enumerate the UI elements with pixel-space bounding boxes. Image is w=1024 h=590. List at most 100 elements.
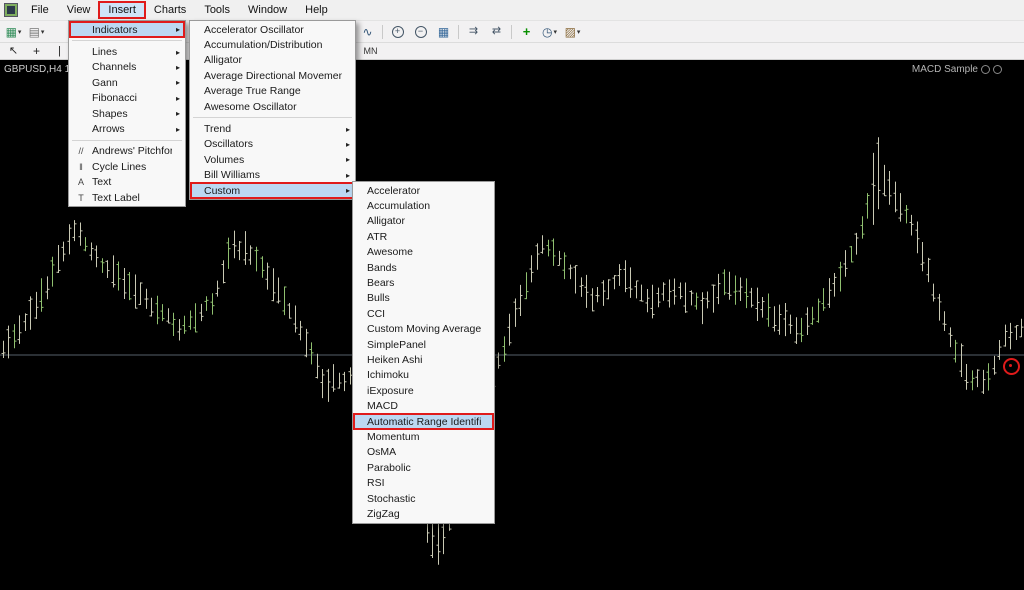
menu-item-shapes[interactable]: Shapes▸	[70, 106, 184, 121]
menubar-item-file[interactable]: File	[22, 2, 58, 18]
toolbar-button-periods[interactable]: ▾	[538, 22, 561, 41]
toolbar-button-indicators-list[interactable]	[515, 22, 538, 41]
menu-item-text[interactable]: AText	[70, 175, 184, 190]
submenu-arrow-icon: ▸	[172, 25, 184, 34]
menu-item-arrows[interactable]: Arrows▸	[70, 121, 184, 136]
indicator-settings-icon[interactable]	[981, 65, 990, 74]
menu-item-indicators[interactable]: Indicators▸	[70, 22, 184, 37]
toolbar-button-zoom-in[interactable]	[386, 22, 409, 41]
periods-icon	[542, 26, 552, 38]
menu-item-label: RSI	[367, 477, 481, 489]
submenu-arrow-icon: ▸	[342, 125, 354, 134]
new-chart-icon	[6, 26, 17, 38]
menu-item-momentum[interactable]: Momentum	[354, 429, 493, 444]
toolbar-separator	[458, 25, 459, 39]
menubar-item-window[interactable]: Window	[239, 2, 296, 18]
menu-item-accelerator[interactable]: Accelerator	[354, 183, 493, 198]
menu-item-andrews-pitchfork[interactable]: //Andrews' Pitchfork	[70, 144, 184, 159]
toolbar-button-profiles[interactable]: ▾	[25, 22, 48, 41]
menu-item-custom[interactable]: Custom▸	[191, 183, 354, 198]
menu-item-awesome[interactable]: Awesome	[354, 245, 493, 260]
menu-item-fibonacci[interactable]: Fibonacci▸	[70, 91, 184, 106]
menu-item-volumes[interactable]: Volumes▸	[191, 152, 354, 167]
app-icon	[4, 3, 18, 17]
toolbar-button-tile-windows[interactable]	[432, 22, 455, 41]
menu-item-lines[interactable]: Lines▸	[70, 44, 184, 59]
menu-item-gann[interactable]: Gann▸	[70, 75, 184, 90]
menu-item-automatic-range-identifier[interactable]: Automatic Range Identifier	[354, 414, 493, 429]
menu-item-label: Automatic Range Identifier	[367, 416, 481, 428]
menubar-item-tools[interactable]: Tools	[195, 2, 239, 18]
dropdown-arrow-icon: ▾	[577, 28, 581, 36]
toolbar-button-period-mn[interactable]: MN	[359, 42, 382, 61]
menu-item-cycle-lines[interactable]: ‖Cycle Lines	[70, 159, 184, 174]
andrews-pitchfork-icon: //	[70, 146, 92, 156]
menu-item-bears[interactable]: Bears	[354, 275, 493, 290]
menu-item-accumulation[interactable]: Accumulation	[354, 198, 493, 213]
toolbar-button-auto-scroll[interactable]	[462, 22, 485, 41]
menu-item-text-label[interactable]: TText Label	[70, 190, 184, 205]
menu-item-label: Accelerator	[367, 185, 481, 197]
menu-item-trend[interactable]: Trend▸	[191, 121, 354, 136]
toolbar-separator	[382, 25, 383, 39]
menu-item-osma[interactable]: OsMA	[354, 445, 493, 460]
menu-item-cci[interactable]: CCI	[354, 306, 493, 321]
menu-item-stochastic[interactable]: Stochastic	[354, 491, 493, 506]
menu-item-label: Andrews' Pitchfork	[92, 145, 172, 157]
menu-item-bands[interactable]: Bands	[354, 260, 493, 275]
submenu-arrow-icon: ▸	[342, 171, 354, 180]
menu-item-label: Custom	[204, 185, 342, 197]
line-chart-icon	[362, 26, 372, 38]
tile-windows-icon	[438, 26, 449, 38]
menubar-item-view[interactable]: View	[58, 2, 100, 18]
menu-separator	[72, 140, 182, 141]
menu-item-ichimoku[interactable]: Ichimoku	[354, 368, 493, 383]
menu-item-rsi[interactable]: RSI	[354, 475, 493, 490]
menubar-item-help[interactable]: Help	[296, 2, 337, 18]
toolbar-button-templates[interactable]: ▾	[561, 22, 584, 41]
submenu-arrow-icon: ▸	[172, 78, 184, 87]
menu-item-accelerator-oscillator[interactable]: Accelerator Oscillator	[191, 22, 354, 37]
submenu-arrow-icon: ▸	[172, 125, 184, 134]
menu-item-alligator[interactable]: Alligator	[191, 53, 354, 68]
menu-item-oscillators[interactable]: Oscillators▸	[191, 137, 354, 152]
submenu-arrow-icon: ▸	[342, 155, 354, 164]
menu-item-average-directional-movement-index[interactable]: Average Directional Movement Index	[191, 68, 354, 83]
menu-item-channels[interactable]: Channels▸	[70, 60, 184, 75]
menu-item-alligator[interactable]: Alligator	[354, 214, 493, 229]
toolbar-button-new-chart[interactable]: ▾	[2, 22, 25, 41]
menu-item-awesome-oscillator[interactable]: Awesome Oscillator	[191, 99, 354, 114]
menu-item-label: Lines	[92, 46, 172, 58]
menubar-item-insert[interactable]: Insert	[99, 2, 145, 18]
menu-item-custom-moving-averages[interactable]: Custom Moving Averages	[354, 322, 493, 337]
menu-item-bill-williams[interactable]: Bill Williams▸	[191, 168, 354, 183]
menu-item-heiken-ashi[interactable]: Heiken Ashi	[354, 352, 493, 367]
menu-item-label: Cycle Lines	[92, 161, 172, 173]
toolbar-button-zoom-out[interactable]	[409, 22, 432, 41]
menu-item-simplepanel[interactable]: SimplePanel	[354, 337, 493, 352]
menu-item-macd[interactable]: MACD	[354, 398, 493, 413]
submenu-arrow-icon: ▸	[342, 140, 354, 149]
toolbar-button-line-chart[interactable]	[356, 22, 379, 41]
menu-item-parabolic[interactable]: Parabolic	[354, 460, 493, 475]
menu-item-label: Bill Williams	[204, 169, 342, 181]
menu-item-average-true-range[interactable]: Average True Range	[191, 84, 354, 99]
text-icon: A	[70, 177, 92, 187]
menu-item-label: Oscillators	[204, 138, 342, 150]
toolbar-button-crosshair[interactable]	[25, 42, 48, 61]
menubar-item-charts[interactable]: Charts	[145, 2, 195, 18]
menu-item-zigzag[interactable]: ZigZag	[354, 506, 493, 521]
menu-item-bulls[interactable]: Bulls	[354, 291, 493, 306]
toolbar-separator	[511, 25, 512, 39]
menu-item-iexposure[interactable]: iExposure	[354, 383, 493, 398]
chart-shift-icon	[492, 26, 501, 37]
menu-item-label: Awesome Oscillator	[204, 101, 342, 113]
menu-item-accumulation-distribution[interactable]: Accumulation/Distribution	[191, 37, 354, 52]
range-marker-icon	[1003, 358, 1020, 375]
dropdown-arrow-icon: ▾	[41, 28, 45, 36]
toolbar-button-chart-shift[interactable]	[485, 22, 508, 41]
menu-item-label: OsMA	[367, 446, 481, 458]
toolbar-button-cursor[interactable]	[2, 42, 25, 61]
indicator-info-icon[interactable]	[993, 65, 1002, 74]
menu-item-atr[interactable]: ATR	[354, 229, 493, 244]
